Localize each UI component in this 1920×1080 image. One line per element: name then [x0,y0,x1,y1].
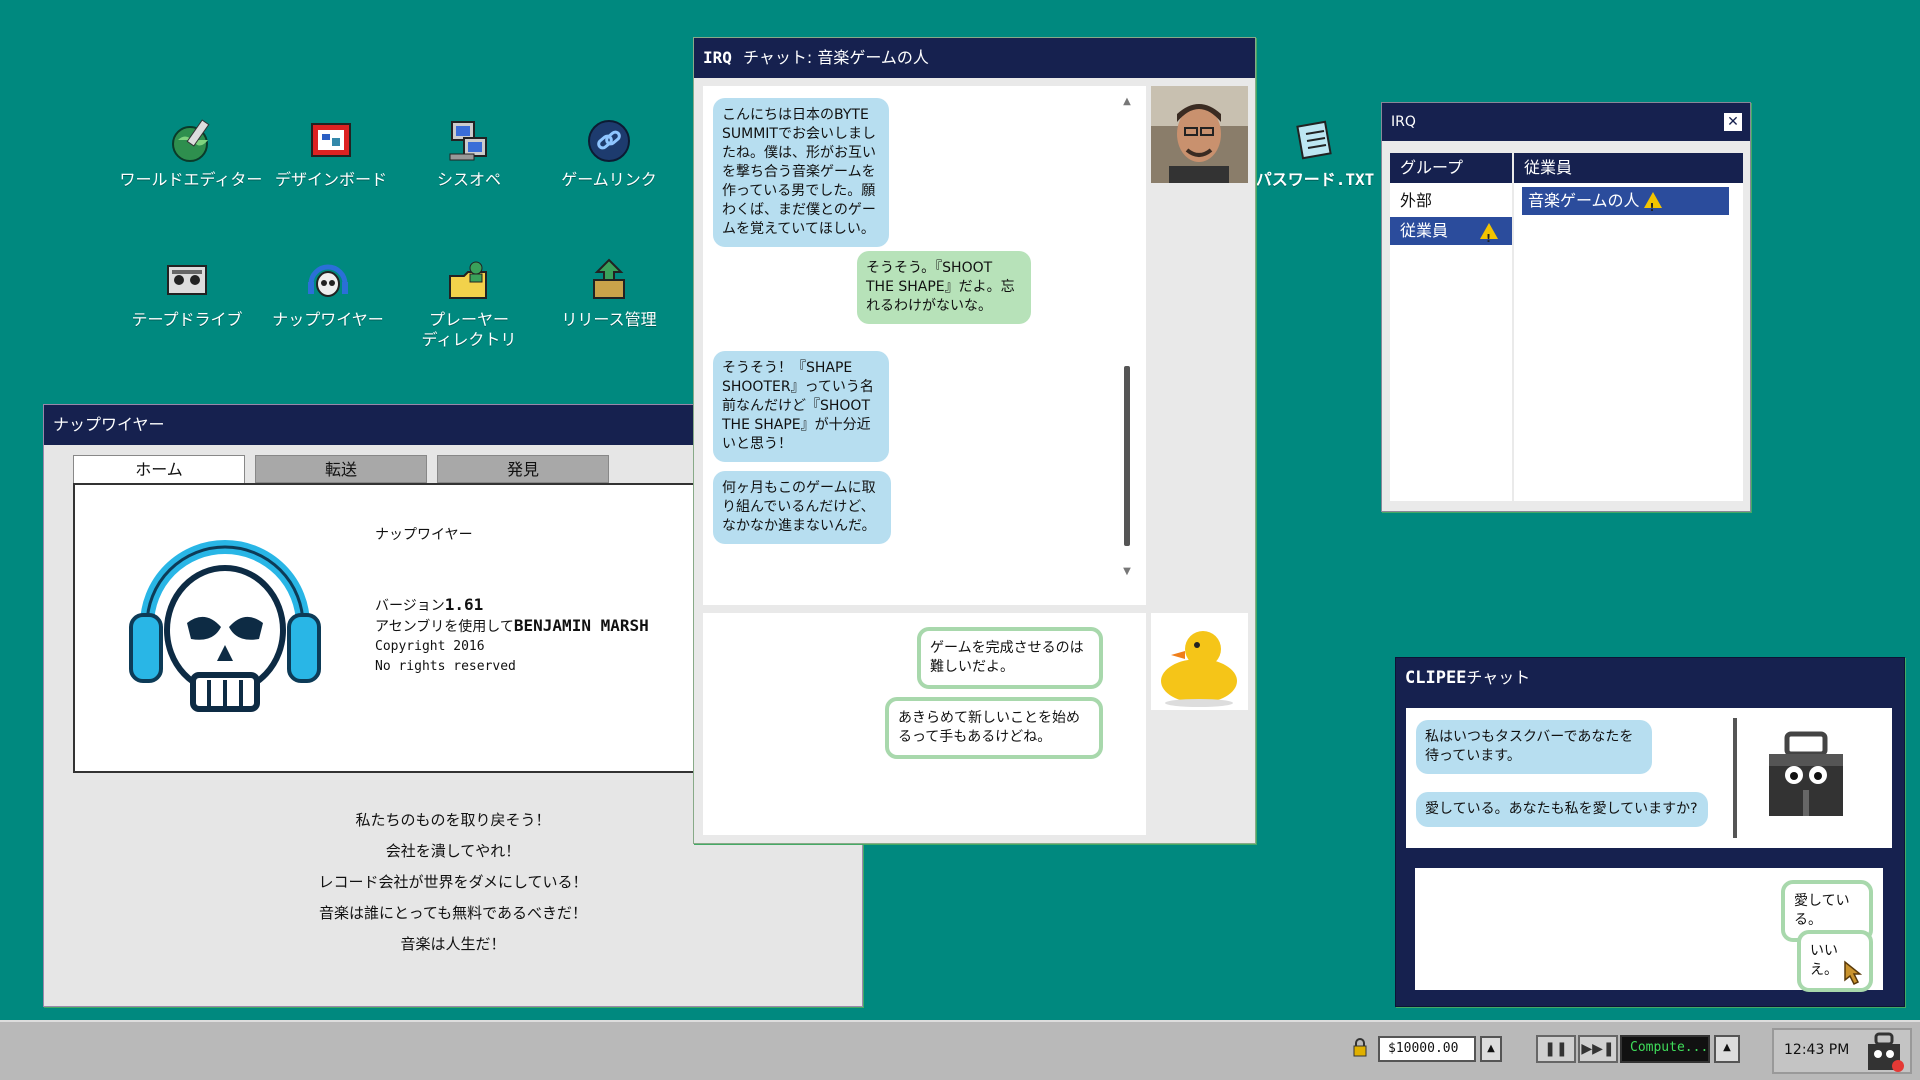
desktop-icon-sysop[interactable]: シスオペ [394,118,544,190]
group-item-external[interactable]: 外部 [1390,187,1512,215]
clipee-log[interactable]: 私はいつもタスクバーであなたを待っています。 愛している。あなたも私を愛していま… [1406,708,1892,848]
contact-avatar [1151,86,1248,183]
desktop-icon-label: テープドライブ [131,310,243,329]
status-up-icon[interactable]: ▲ [1714,1035,1740,1063]
irq-chat-titlebar[interactable]: IRQ チャット: 音楽ゲームの人 [694,38,1255,78]
clipee-tray-icon[interactable] [1864,1032,1904,1076]
slogan: レコード会社が世界をダメにしている！ [318,873,588,891]
clipee-scrollbar[interactable] [1733,718,1737,838]
chat-message: 愛している。あなたも私を愛していますか? [1416,792,1708,827]
irq-group-window: IRQ ✕ グループ 外部 従業員 従業員 音楽ゲームの人 [1381,102,1751,512]
chat-message: 何ヶ月もこのゲームに取り組んでいるんだけど、なかなか進まないんだ。 [713,471,891,544]
desktop-icon-label: ナップワイヤー [272,310,384,329]
clipee-chat-window: CLIPEEチャット 私はいつもタスクバーであなたを待っています。 愛している。… [1395,657,1905,1007]
rubber-duck-avatar [1151,613,1248,710]
mouse-cursor-icon [1843,960,1863,990]
globe-brush-icon [168,118,214,164]
scroll-up-icon[interactable]: ▲ [1120,96,1134,108]
link-icon [586,118,632,164]
window-title: チャット [1466,668,1531,687]
tape-drive-icon [164,258,210,304]
desktop-icon-label: シスオペ [436,170,501,189]
desktop-icon-release-manager[interactable]: リリース管理 [534,258,684,330]
chat-log[interactable]: こんにちは日本のBYTE SUMMITでお会いしましたね。僕は、形がお互いを撃ち… [703,86,1146,605]
group-header: グループ [1390,153,1512,183]
irq-group-titlebar[interactable]: IRQ ✕ [1382,103,1750,141]
chat-message: こんにちは日本のBYTE SUMMITでお会いしましたね。僕は、形がお互いを撃ち… [713,98,889,247]
window-title: ナップワイヤー [53,415,165,434]
desktop-icon-tape-drive[interactable]: テープドライブ [112,258,262,330]
title-prefix: IRQ [703,48,732,67]
group-item-employees[interactable]: 従業員 [1390,217,1512,253]
chat-message: そうそう！『SHAPE SHOOTER』っていう名前なんだけど『SHOOT TH… [713,351,889,462]
reply-option[interactable]: あきらめて新しいことを始めるって手もあるけどね。 [885,697,1103,759]
scroll-thumb[interactable] [1124,366,1130,546]
tab-home[interactable]: ホーム [73,455,245,484]
desktop-icon-label: デザインボード [274,170,387,189]
author-line: アセンブリを使用してBENJAMIN MARSH [375,616,649,635]
copyright: Copyright 2016 [375,639,485,654]
computer-icon [446,118,492,164]
clock-tray: 12:43 PM [1772,1028,1912,1074]
desktop-icon-label: リリース管理 [561,310,657,329]
clipee-reply-area[interactable]: 愛している。 いいえ。 [1415,868,1883,992]
chat-message: 私はいつもタスクバーであなたを待っています。 [1416,720,1652,774]
close-icon[interactable]: ✕ [1724,113,1742,131]
clipee-titlebar[interactable]: CLIPEEチャット [1396,658,1904,698]
scroll-down-icon[interactable]: ▼ [1120,566,1134,578]
folder-user-icon [446,258,492,304]
irq-chat-window: IRQ チャット: 音楽ゲームの人 こんにちは日本のBYTE SUMMITでお会… [693,37,1256,844]
window-title: IRQ [1391,114,1416,130]
member-header: 従業員 [1514,153,1743,183]
member-item[interactable]: 音楽ゲームの人 [1522,187,1729,222]
app-name: ナップワイヤー [375,527,473,543]
window-title: チャット: 音楽ゲームの人 [743,48,929,67]
chat-message: そうそう。『SHOOT THE SHAPE』だよ。忘れるわけがないな。 [857,251,1031,324]
version-line: バージョン1.61 [375,595,484,614]
binder-clip-avatar-icon [1761,730,1851,828]
warning-icon [1480,223,1498,253]
clock: 12:43 PM [1784,1042,1850,1058]
warning-icon [1643,192,1662,222]
desktop-icon-password-txt[interactable]: パスワード.TXT [1240,118,1390,190]
desktop-icon-label: ワールドエディター [119,170,263,189]
desktop-icon-label: パスワード.TXT [1255,170,1375,189]
title-prefix: CLIPEE [1405,668,1467,688]
money-display: $10000.00 [1378,1036,1476,1062]
rights: No rights reserved [375,659,516,674]
desktop-icon-design-board[interactable]: デザインボード [256,118,406,190]
group-list: グループ 外部 従業員 [1390,153,1512,501]
skull-headphones-icon [305,258,351,304]
desktop-icon-label: ゲームリンク [561,170,657,189]
desktop-icon-game-link[interactable]: ゲームリンク [534,118,684,190]
reply-option[interactable]: ゲームを完成させるのは難しいだよ。 [917,627,1103,689]
fast-forward-button[interactable]: ▶▶❚ [1578,1035,1618,1063]
notepad-icon [1292,118,1338,164]
money-up-icon[interactable]: ▲ [1480,1036,1502,1062]
tab-transfer[interactable]: 転送 [255,455,427,483]
release-box-icon [586,258,632,304]
design-board-icon [308,118,354,164]
tab-discover[interactable]: 発見 [437,455,609,483]
desktop-icon-player-directory[interactable]: プレーヤー ディレクトリ [394,258,544,350]
status-display: Compute... [1620,1035,1710,1063]
slogan: 音楽は人生だ！ [400,935,506,953]
pause-button[interactable]: ❚❚ [1536,1035,1576,1063]
chat-scrollbar[interactable]: ▲ ▼ [1120,96,1134,578]
member-list: 従業員 音楽ゲームの人 [1514,153,1743,501]
desktop-icon-world-editor[interactable]: ワールドエディター [116,118,266,190]
slogan: 音楽は誰にとっても無料であるべきだ！ [319,904,587,922]
skull-headphones-logo-icon [125,515,325,739]
napwire-tabs: ホーム 転送 発見 [73,455,609,484]
reply-area[interactable]: ゲームを完成させるのは難しいだよ。 あきらめて新しいことを始めるって手もあるけど… [703,613,1146,835]
desktop-icon-label: プレーヤー ディレクトリ [421,310,517,349]
desktop-icon-napwire[interactable]: ナップワイヤー [253,258,403,330]
about-text: ナップワイヤー バージョン1.61 アセンブリを使用してBENJAMIN MAR… [375,525,649,677]
taskbar: $10000.00 ▲ ❚❚ ▶▶❚ Compute... ▲ 12:43 PM [0,1020,1920,1080]
lock-icon [1352,1038,1368,1062]
